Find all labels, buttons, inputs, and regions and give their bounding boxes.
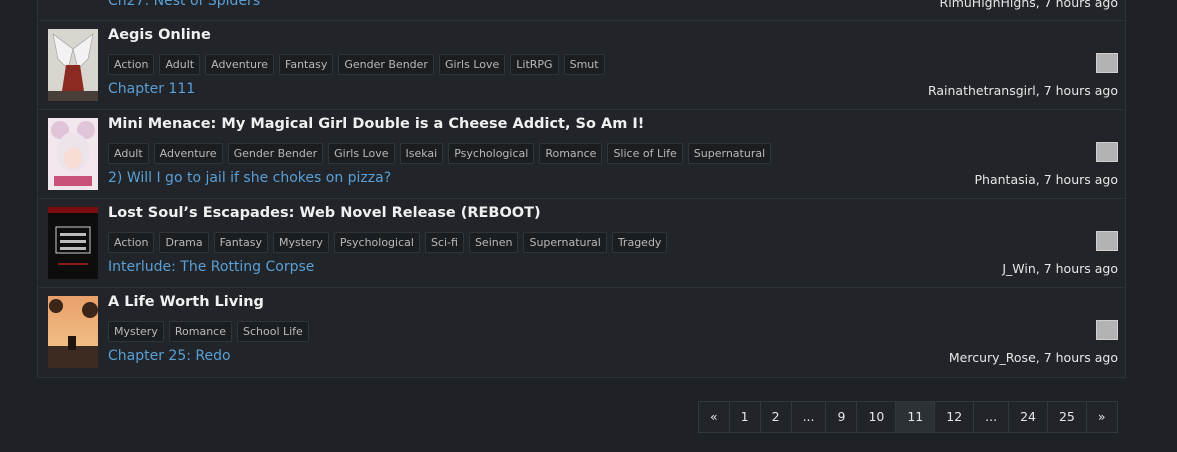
select-checkbox[interactable] — [1096, 53, 1118, 73]
tag[interactable]: Fantasy — [279, 54, 334, 75]
tag[interactable]: Psychological — [333, 232, 420, 253]
page-prev-button[interactable]: « — [699, 402, 730, 432]
series-title[interactable]: Lost Soul’s Escapades: Web Novel Release… — [108, 205, 541, 221]
page-next-button[interactable]: » — [1086, 402, 1117, 432]
tag-list: Mystery Romance School Life — [108, 321, 309, 342]
select-checkbox[interactable] — [1096, 320, 1118, 340]
chapter-link[interactable]: Ch27: Nest of Spiders — [108, 0, 260, 9]
tag[interactable]: Supernatural — [687, 143, 772, 164]
release-meta: J_Win, 7 hours ago — [1002, 261, 1118, 276]
tag-list: Action Adult Adventure Fantasy Gender Be… — [108, 54, 605, 75]
tag[interactable]: Adult — [159, 54, 201, 75]
tag[interactable]: Action — [108, 232, 155, 253]
tag[interactable]: Supernatural — [523, 232, 607, 253]
tag[interactable]: Girls Love — [438, 54, 506, 75]
cover-image[interactable] — [48, 29, 98, 101]
release-meta: Rainathetransgirl, 7 hours ago — [927, 83, 1118, 98]
release-meta: Mercury_Rose, 7 hours ago — [948, 350, 1118, 365]
tag[interactable]: Slice of Life — [607, 143, 683, 164]
release-list: Ch27: Nest of Spiders RimuHighHighs, 7 h… — [37, 0, 1126, 378]
list-item: Lost Soul’s Escapades: Web Novel Release… — [38, 199, 1125, 288]
release-meta: Phantasia, 7 hours ago — [974, 172, 1118, 187]
tag[interactable]: Fantasy — [213, 232, 268, 253]
page-button-10[interactable]: 10 — [857, 402, 897, 432]
cover-art-dark — [48, 207, 98, 279]
tag[interactable]: Gender Bender — [338, 54, 434, 75]
tag[interactable]: Romance — [539, 143, 603, 164]
tag[interactable]: Mystery — [272, 232, 329, 253]
chapter-link[interactable]: Interlude: The Rotting Corpse — [108, 259, 314, 275]
tag[interactable]: Action — [108, 54, 155, 75]
cover-image[interactable] — [48, 207, 98, 279]
select-checkbox[interactable] — [1096, 142, 1118, 162]
page-button-2[interactable]: 2 — [760, 402, 792, 432]
page-button-1[interactable]: 1 — [729, 402, 761, 432]
cover-image[interactable] — [48, 118, 98, 190]
page-ellipsis: ... — [974, 402, 1010, 432]
tag[interactable]: Smut — [563, 54, 605, 75]
list-item: Aegis Online Action Adult Adventure Fant… — [38, 21, 1125, 110]
chapter-link[interactable]: Chapter 111 — [108, 81, 195, 97]
page-button-9[interactable]: 9 — [826, 402, 858, 432]
tag[interactable]: Girls Love — [328, 143, 395, 164]
tag[interactable]: Adventure — [205, 54, 275, 75]
tag[interactable]: Isekai — [399, 143, 444, 164]
page-ellipsis: ... — [791, 402, 827, 432]
page-button-25[interactable]: 25 — [1047, 402, 1087, 432]
tag[interactable]: LitRPG — [510, 54, 559, 75]
tag[interactable]: Romance — [168, 321, 232, 342]
tag[interactable]: Adventure — [153, 143, 223, 164]
tag[interactable]: Gender Bender — [227, 143, 324, 164]
tag-list: Action Drama Fantasy Mystery Psychologic… — [108, 232, 668, 253]
cover-art-girl — [48, 118, 98, 190]
page-button-12[interactable]: 12 — [935, 402, 975, 432]
chapter-link[interactable]: 2) Will I go to jail if she chokes on pi… — [108, 170, 391, 186]
series-title[interactable]: Aegis Online — [108, 27, 211, 43]
page-button-current[interactable]: 11 — [896, 402, 936, 432]
tag-list: Adult Adventure Gender Bender Girls Love… — [108, 143, 772, 164]
pagination: « 1 2 ... 9 10 11 12 ... 24 25 » — [698, 401, 1118, 433]
release-meta: RimuHighHighs, 7 hours ago — [939, 0, 1118, 10]
tag[interactable]: Mystery — [108, 321, 164, 342]
cover-image[interactable] — [48, 296, 98, 368]
tag[interactable]: Psychological — [448, 143, 535, 164]
series-title[interactable]: Mini Menace: My Magical Girl Double is a… — [108, 116, 644, 132]
list-item: Ch27: Nest of Spiders RimuHighHighs, 7 h… — [38, 0, 1125, 21]
tag[interactable]: Sci-fi — [424, 232, 464, 253]
chapter-link[interactable]: Chapter 25: Redo — [108, 348, 231, 364]
list-item: A Life Worth Living Mystery Romance Scho… — [38, 288, 1125, 377]
tag[interactable]: Seinen — [468, 232, 519, 253]
select-checkbox[interactable] — [1096, 231, 1118, 251]
tag[interactable]: Tragedy — [611, 232, 668, 253]
list-item: Mini Menace: My Magical Girl Double is a… — [38, 110, 1125, 199]
tag[interactable]: Drama — [159, 232, 209, 253]
cover-art-sunset — [48, 296, 98, 368]
page-button-24[interactable]: 24 — [1009, 402, 1048, 432]
tag[interactable]: School Life — [236, 321, 309, 342]
tag[interactable]: Adult — [108, 143, 149, 164]
series-title[interactable]: A Life Worth Living — [108, 294, 264, 310]
cover-art-wings — [48, 29, 98, 101]
